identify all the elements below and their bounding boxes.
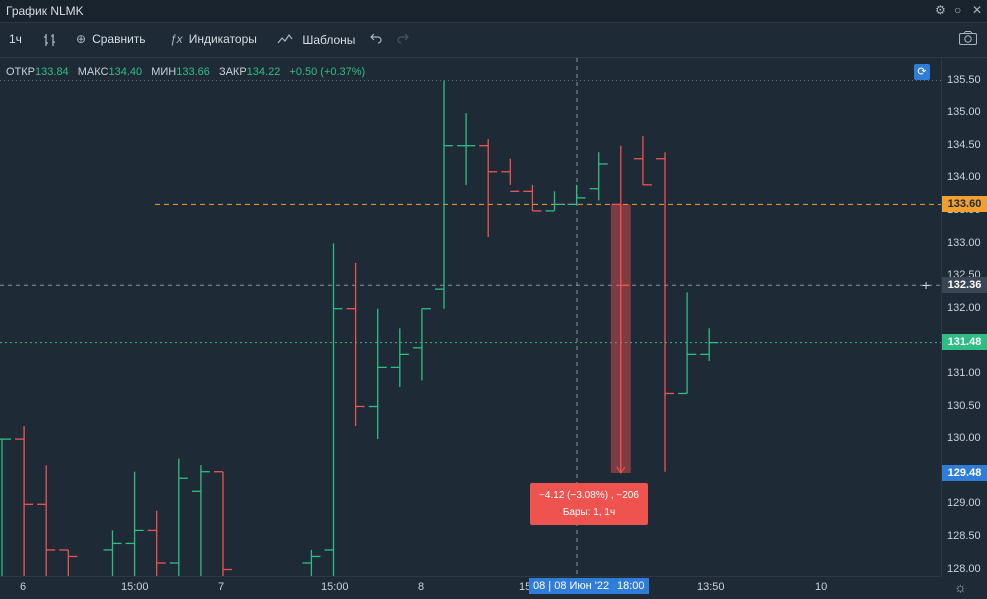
close-icon[interactable]: ✕ — [972, 3, 982, 17]
camera-icon[interactable] — [958, 30, 978, 49]
time-axis[interactable]: 6 15:00 7 15:00 8 15 13:50 10 ☼ — [0, 576, 967, 599]
templates-icon — [277, 33, 296, 47]
high-value: 134.40 — [108, 66, 143, 78]
price-tick-0: 135.50 — [947, 73, 981, 86]
sync-icon[interactable]: ⟳ — [914, 64, 930, 80]
interval-button[interactable]: 1ч — [9, 32, 22, 46]
low-label: МИН — [151, 66, 177, 78]
time-tick-6: 13:50 — [697, 581, 725, 593]
change-value: +0.50 (+0.37%) — [289, 66, 366, 78]
indicators-button[interactable]: ƒx Индикаторы — [170, 32, 257, 46]
crosshair-plus-icon[interactable]: + — [922, 277, 930, 293]
price-tick-10: 130.50 — [947, 399, 981, 412]
undo-icon[interactable] — [369, 32, 383, 47]
compare-button[interactable]: ⊕ Сравнить — [76, 32, 146, 46]
time-tick-7: 10 — [815, 581, 828, 593]
last-price-tag: 131.48 — [942, 334, 987, 350]
price-tick-9: 131.00 — [947, 366, 981, 379]
time-tick-3: 15:00 — [321, 581, 349, 593]
low-value: 133.66 — [176, 66, 210, 78]
price-tick-15: 128.00 — [947, 562, 981, 575]
price-tick-5: 133.00 — [947, 236, 981, 249]
crosshair-price-tag: 132.36 — [942, 277, 987, 293]
close-value: 134.22 — [246, 66, 281, 78]
measure-tooltip: −4.12 (−3.08%) , −206 Бары: 1, 1ч — [530, 483, 648, 525]
templates-label: Шаблоны — [302, 33, 356, 47]
measure-low-tag: 129.48 — [942, 465, 987, 481]
price-tick-13: 129.00 — [947, 497, 981, 510]
close-label: ЗАКР — [218, 66, 247, 78]
price-tick-7: 132.00 — [947, 301, 981, 314]
minimize-icon[interactable]: ○ — [954, 3, 961, 17]
measure-change: −4.12 (−3.08%) , −206 — [539, 490, 639, 501]
price-tick-3: 134.00 — [947, 171, 981, 184]
time-cursor-time: 18:00 — [613, 578, 649, 594]
window-title: График NLMK — [6, 4, 84, 18]
price-chart[interactable] — [0, 58, 941, 576]
price-axis[interactable]: 135.50135.00134.50134.00133.50133.00132.… — [941, 58, 987, 576]
price-tick-11: 130.00 — [947, 432, 981, 445]
level-price-tag: 133.60 — [942, 196, 987, 212]
compare-label: Сравнить — [92, 32, 146, 46]
redo-icon[interactable] — [396, 32, 410, 47]
time-tick-1: 15:00 — [121, 581, 149, 593]
settings-gear-icon[interactable]: ⚙ — [935, 3, 946, 17]
settings-sun-icon[interactable]: ☼ — [954, 579, 967, 595]
open-value: 133.84 — [35, 66, 69, 78]
plus-circle-icon: ⊕ — [76, 32, 87, 46]
time-tick-4: 8 — [418, 581, 425, 593]
price-tick-14: 128.50 — [947, 529, 981, 542]
templates-button[interactable]: Шаблоны — [277, 32, 355, 47]
measure-bars: Бары: 1, 1ч — [562, 507, 616, 518]
time-tick-2: 7 — [218, 581, 225, 593]
price-tick-2: 134.50 — [947, 138, 981, 151]
price-tick-1: 135.00 — [947, 106, 981, 119]
open-label: ОТКР — [6, 66, 36, 78]
function-icon: ƒx — [170, 32, 183, 46]
indicators-label: Индикаторы — [188, 32, 257, 46]
time-tick-0: 6 — [20, 581, 27, 593]
chart-toolbar: 1ч ⊕ Сравнить ƒx Индикаторы Шаблоны — [0, 23, 987, 58]
bars-icon[interactable] — [42, 32, 58, 51]
chart-area[interactable] — [0, 58, 941, 576]
ohlc-legend: ОТКР133.84 МАКС134.40 МИН133.66 ЗАКР134.… — [6, 66, 371, 78]
window-titlebar: График NLMK ⚙ ○ ✕ — [0, 0, 987, 23]
time-cursor-label: 08 | 08 Июн '22 — [529, 578, 614, 594]
high-label: МАКС — [77, 66, 109, 78]
